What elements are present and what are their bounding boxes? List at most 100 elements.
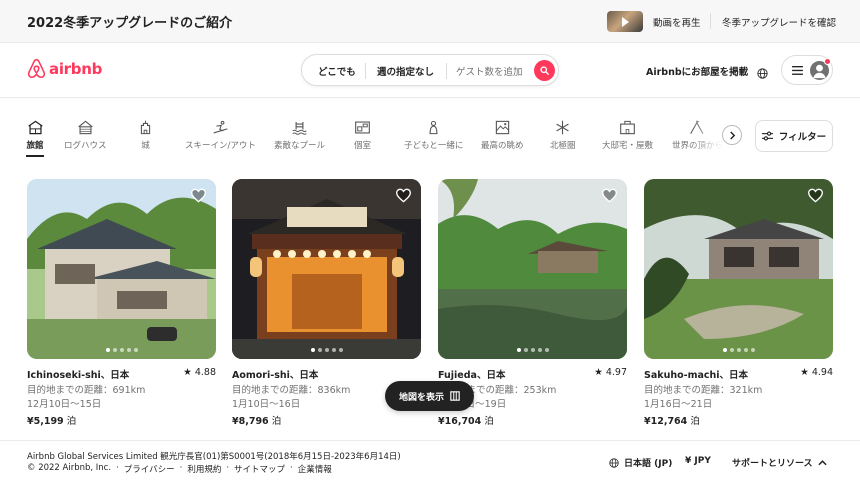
heart-icon[interactable] <box>395 188 412 203</box>
listing-rating: ★ 4.94 <box>800 367 833 378</box>
listing-location: Sakuho-machi、日本 <box>644 370 749 381</box>
promo-banner: 2022冬季アップグレードのご紹介 動画を再生 冬季アップグレードを確認 <box>0 0 860 43</box>
category-ryokan[interactable]: 旅館 <box>26 120 44 157</box>
search-divider <box>446 63 447 79</box>
footer-separator: · <box>116 463 119 473</box>
listing-location: Aomori-shi、日本 <box>232 370 319 381</box>
currency-label: JPY <box>694 456 711 466</box>
chevron-right-icon <box>729 131 735 139</box>
footer-copyright: © 2022 Airbnb, Inc. <box>27 463 112 473</box>
show-map-label: 地図を表示 <box>398 392 444 403</box>
footer-links: © 2022 Airbnb, Inc. · プライバシー · 利用規約 · サイ… <box>27 463 337 475</box>
category-kids[interactable]: 子どもと一緒に <box>404 120 463 151</box>
category-pool[interactable]: 素敵なプール <box>274 120 325 151</box>
listing-photo-image <box>232 179 421 359</box>
listing-photo[interactable] <box>438 179 627 359</box>
castle-icon <box>140 120 151 135</box>
filter-label: フィルター <box>778 132 827 143</box>
listing-distance: 目的地までの距離：321km <box>644 385 763 396</box>
show-map-button[interactable]: 地図を表示 <box>385 381 474 411</box>
photo-dots <box>438 348 627 352</box>
footer-link-terms[interactable]: 利用規約 <box>187 463 221 475</box>
filter-button[interactable]: フィルター <box>755 120 833 152</box>
category-label: ログハウス <box>64 141 107 151</box>
photo-dots <box>644 348 833 352</box>
globe-icon <box>609 457 619 468</box>
listing-photo-image <box>438 179 627 359</box>
footer-separator: · <box>179 463 183 473</box>
footer-separator: · <box>226 463 230 473</box>
listing-card[interactable]: Aomori-shi、日本 目的地までの距離：836km 1月10日〜16日 ¥… <box>232 179 421 427</box>
host-link[interactable]: Airbnbにお部屋を掲載 <box>646 64 748 78</box>
category-label: 子どもと一緒に <box>404 141 464 151</box>
support-label: サポートとリソース <box>732 459 813 469</box>
promo-confirm-link[interactable]: 冬季アップグレードを確認 <box>722 15 836 29</box>
footer: Airbnb Global Services Limited 観光庁長官(01)… <box>0 440 860 484</box>
heart-icon[interactable] <box>190 188 207 203</box>
listing-price: ¥5,199 泊 <box>27 416 77 427</box>
category-bar: 旅館 ログハウス 城 スキーイン/アウト 素敵なプール 個室 子どもと一緒に 最… <box>0 98 860 164</box>
listing-card[interactable]: Fujieda、日本 ★ 4.97 目的地までの距離：253km 1月14日〜1… <box>438 179 627 427</box>
listing-card[interactable]: Sakuho-machi、日本 ★ 4.94 目的地までの距離：321km 1月… <box>644 179 833 427</box>
search-when[interactable]: 週の指定なし <box>377 64 434 78</box>
play-icon <box>622 17 629 27</box>
heart-icon[interactable] <box>601 188 618 203</box>
globe-icon[interactable] <box>757 64 768 83</box>
listing-photo-image <box>644 179 833 359</box>
ryokan-icon <box>27 120 43 135</box>
promo-video-thumbnail[interactable] <box>607 11 643 32</box>
category-next-button[interactable] <box>722 125 742 145</box>
language-selector[interactable]: 日本語 (JP) <box>609 456 672 469</box>
language-label: 日本語 (JP) <box>624 459 673 469</box>
chevron-up-icon <box>817 459 827 465</box>
category-label: 城 <box>141 141 150 151</box>
category-castle[interactable]: 城 <box>138 120 153 151</box>
footer-link-company[interactable]: 企業情報 <box>298 463 332 475</box>
search-where[interactable]: どこでも <box>318 64 356 78</box>
airbnb-logo-icon <box>27 58 46 79</box>
ski-icon <box>213 120 228 134</box>
category-label: 大邸宅・屋敷 <box>602 141 654 151</box>
listing-price: ¥8,796 泊 <box>232 416 282 427</box>
category-ski[interactable]: スキーイン/アウト <box>185 120 256 151</box>
category-room[interactable]: 個室 <box>354 120 371 151</box>
search-button[interactable] <box>534 60 555 81</box>
listing-dates: 1月10日〜16日 <box>232 399 301 410</box>
listing-photo[interactable] <box>644 179 833 359</box>
category-cabin[interactable]: ログハウス <box>64 120 107 151</box>
star-icon: ★ <box>800 367 812 378</box>
listing-price: ¥12,764 泊 <box>644 416 700 427</box>
category-arctic[interactable]: 北極圏 <box>550 120 576 151</box>
promo-divider <box>710 13 711 29</box>
listing-card[interactable]: Ichinoseki-shi、日本 ★ 4.88 目的地までの距離：691km … <box>27 179 216 427</box>
logo-text: airbnb <box>49 59 103 78</box>
view-icon <box>495 120 509 135</box>
category-label: 個室 <box>354 141 372 151</box>
search-divider <box>365 63 366 79</box>
footer-link-privacy[interactable]: プライバシー <box>124 463 175 475</box>
currency-symbol: ¥ <box>685 456 692 466</box>
category-mansion[interactable]: 大邸宅・屋敷 <box>602 120 653 151</box>
header: airbnb どこでも 週の指定なし ゲスト数を追加 Airbnbにお部屋を掲載 <box>0 43 860 98</box>
kids-icon <box>429 120 438 135</box>
listing-photo[interactable] <box>27 179 216 359</box>
heart-icon[interactable] <box>807 188 824 203</box>
listing-photo-image <box>27 179 216 359</box>
footer-company: Airbnb Global Services Limited 観光庁長官(01)… <box>27 452 401 462</box>
search-guests[interactable]: ゲスト数を追加 <box>456 64 523 78</box>
listing-distance: 目的地までの距離：836km <box>232 385 351 396</box>
support-resources-button[interactable]: サポートとリソース <box>732 456 827 469</box>
search-bar[interactable]: どこでも 週の指定なし ゲスト数を追加 <box>301 54 559 86</box>
photo-dots <box>27 348 216 352</box>
currency-selector[interactable]: ¥ JPY <box>685 456 711 466</box>
listing-location: Ichinoseki-shi、日本 <box>27 370 130 381</box>
promo-play-link[interactable]: 動画を再生 <box>653 15 701 29</box>
listing-price: ¥16,704 泊 <box>438 416 494 427</box>
user-menu-button[interactable] <box>781 55 833 85</box>
menu-icon <box>792 66 803 75</box>
footer-link-sitemap[interactable]: サイトマップ <box>234 463 285 475</box>
snowflake-icon <box>556 120 569 135</box>
listing-photo[interactable] <box>232 179 421 359</box>
category-view[interactable]: 最高の眺め <box>481 120 524 151</box>
airbnb-logo[interactable]: airbnb <box>27 58 102 79</box>
